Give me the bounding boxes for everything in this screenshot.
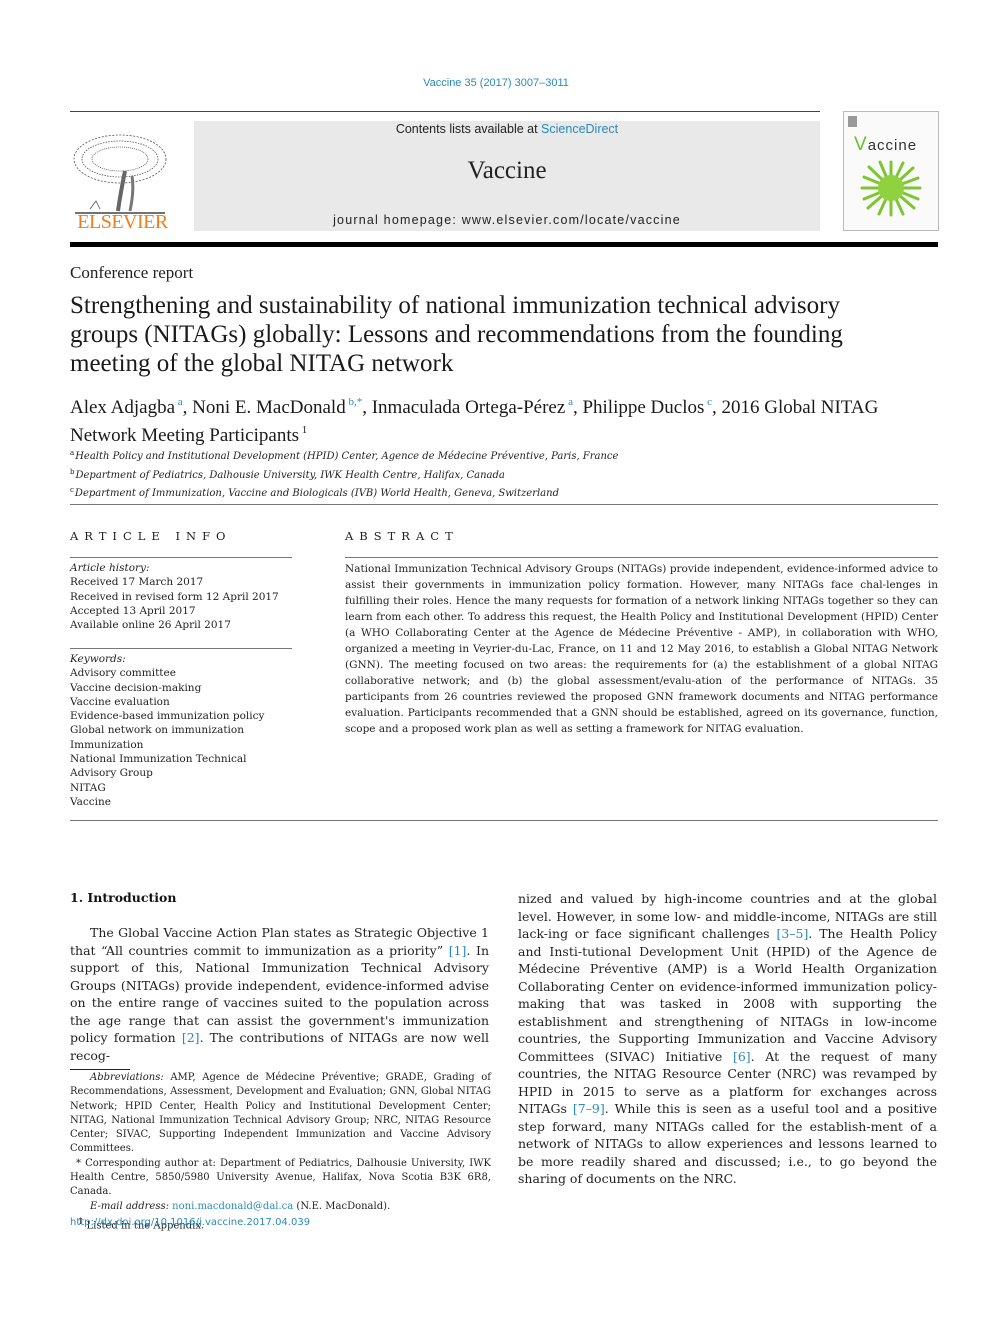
affiliation-marker: a <box>70 449 75 457</box>
reference-link[interactable]: [6] <box>733 1049 751 1064</box>
affiliation-text: Department of Pediatrics, Dalhousie Univ… <box>75 469 505 481</box>
history-item: Available online 26 April 2017 <box>70 619 231 632</box>
footnotes: Abbreviations: AMP, Agence de Médecine P… <box>70 1071 491 1234</box>
keyword-item: NITAG <box>70 781 106 794</box>
email-link[interactable]: noni.macdonald@dal.ca <box>172 1201 293 1212</box>
reference-link[interactable]: [2] <box>182 1030 200 1045</box>
history-item: Received in revised form 12 April 2017 <box>70 590 279 603</box>
article-info-heading: ARTICLE INFO <box>70 529 232 543</box>
elsevier-mini-logo-icon <box>848 116 857 127</box>
keyword-item: Vaccine evaluation <box>70 695 170 708</box>
history-item: Received 17 March 2017 <box>70 576 204 589</box>
journal-homepage[interactable]: journal homepage: www.elsevier.com/locat… <box>194 213 820 227</box>
affiliation-marker: b <box>70 467 75 476</box>
keywords-label: Keywords: <box>70 653 126 665</box>
abstract-body: National Immunization Technical Advisory… <box>345 563 938 735</box>
cover-title-rest: accine <box>867 137 918 154</box>
journal-name: Vaccine <box>467 157 547 184</box>
author-list: Alex Adjagba a, Noni E. MacDonald b,*, I… <box>70 396 879 446</box>
keyword-item: Global network on immunization <box>70 724 244 737</box>
history-item: Accepted 13 April 2017 <box>70 604 196 617</box>
journal-masthead: Contents lists available at ScienceDirec… <box>194 121 820 231</box>
journal-citation[interactable]: Vaccine 35 (2017) 3007–3011 <box>0 77 992 89</box>
elsevier-logo-text[interactable]: ELSEVIER <box>70 211 175 234</box>
history-label: Article history: <box>70 562 150 574</box>
journal-cover-thumbnail[interactable]: Vaccine <box>843 111 939 231</box>
abbreviations-label: Abbreviations: <box>90 1072 164 1083</box>
author-name[interactable]: Inmaculada Ortega-Pérez <box>372 397 566 418</box>
footnote-rule <box>70 1069 130 1070</box>
abbreviations-footnote: Abbreviations: AMP, Agence de Médecine P… <box>70 1071 491 1157</box>
reference-link[interactable]: [7–9] <box>573 1101 605 1116</box>
email-suffix: (N.E. MacDonald). <box>293 1200 391 1212</box>
header-thick-rule <box>70 242 938 247</box>
contents-availability: Contents lists available at ScienceDirec… <box>194 122 820 136</box>
sciencedirect-link[interactable]: ScienceDirect <box>541 122 618 136</box>
virus-illustration-icon <box>860 160 922 217</box>
introduction-heading: 1. Introduction <box>70 890 177 905</box>
keyword-item: Vaccine <box>70 795 111 808</box>
cover-title-initial: V <box>854 134 868 155</box>
keywords-rule <box>70 648 292 649</box>
author-affiliation-marker[interactable]: a <box>175 396 183 408</box>
keyword-item: Evidence-based immunization policy <box>70 710 265 723</box>
cover-title: Vaccine <box>854 134 917 156</box>
author-affiliation-marker[interactable]: 1 <box>299 424 308 436</box>
email-label: E-mail address: <box>90 1200 169 1212</box>
author-name[interactable]: Noni E. MacDonald <box>192 397 346 418</box>
reference-link[interactable]: [3–5] <box>776 926 808 941</box>
article-type: Conference report <box>70 263 194 282</box>
affiliation-text: Department of Immunization, Vaccine and … <box>74 488 559 499</box>
contents-prefix: Contents lists available at <box>395 122 542 136</box>
author-affiliation-marker[interactable]: c <box>704 396 712 408</box>
article-title: Strengthening and sustainability of nati… <box>70 292 843 377</box>
introduction-column-left: The Global Vaccine Action Plan states as… <box>70 925 490 1063</box>
header-rule <box>70 111 820 112</box>
abbreviations-text: AMP, Agence de Médecine Préventive; GRAD… <box>70 1072 491 1155</box>
keyword-item: National Immunization Technical Advisory… <box>70 753 247 780</box>
corresponding-author-footnote: * Corresponding author at: Department of… <box>70 1157 491 1198</box>
author-affiliation-marker[interactable]: a <box>565 396 573 408</box>
abstract-heading: ABSTRACT <box>345 529 459 543</box>
keywords-list: Keywords: Advisory committee Vaccine dec… <box>70 652 295 809</box>
email-footnote: E-mail address: noni.macdonald@dal.ca (N… <box>70 1200 491 1214</box>
affiliation-a: aHealth Policy and Institutional Develop… <box>70 446 618 465</box>
abstract-rule <box>345 557 938 558</box>
affiliation-b: bDepartment of Pediatrics, Dalhousie Uni… <box>70 465 618 484</box>
introduction-column-right: nized and valued by high-income countrie… <box>518 891 937 1186</box>
affiliations: aHealth Policy and Institutional Develop… <box>70 446 618 502</box>
affiliation-marker: c <box>70 486 74 494</box>
author-name[interactable]: Philippe Duclos <box>582 397 704 418</box>
section-divider <box>70 504 938 505</box>
article-info-rule <box>70 557 292 558</box>
article-history: Article history: Received 17 March 2017 … <box>70 561 279 632</box>
keyword-item: Advisory committee <box>70 667 176 680</box>
affiliation-text: Health Policy and Institutional Developm… <box>75 451 619 462</box>
front-matter-divider <box>70 820 938 821</box>
reference-link[interactable]: [1] <box>449 943 467 958</box>
keyword-item: Vaccine decision-making <box>70 681 202 694</box>
affiliation-c: cDepartment of Immunization, Vaccine and… <box>70 483 618 502</box>
author-affiliation-marker[interactable]: b,* <box>346 396 362 408</box>
author-name[interactable]: Alex Adjagba <box>70 397 175 418</box>
keyword-item: Immunization <box>70 738 144 751</box>
doi-link[interactable]: http://dx.doi.org/10.1016/j.vaccine.2017… <box>70 1217 310 1228</box>
